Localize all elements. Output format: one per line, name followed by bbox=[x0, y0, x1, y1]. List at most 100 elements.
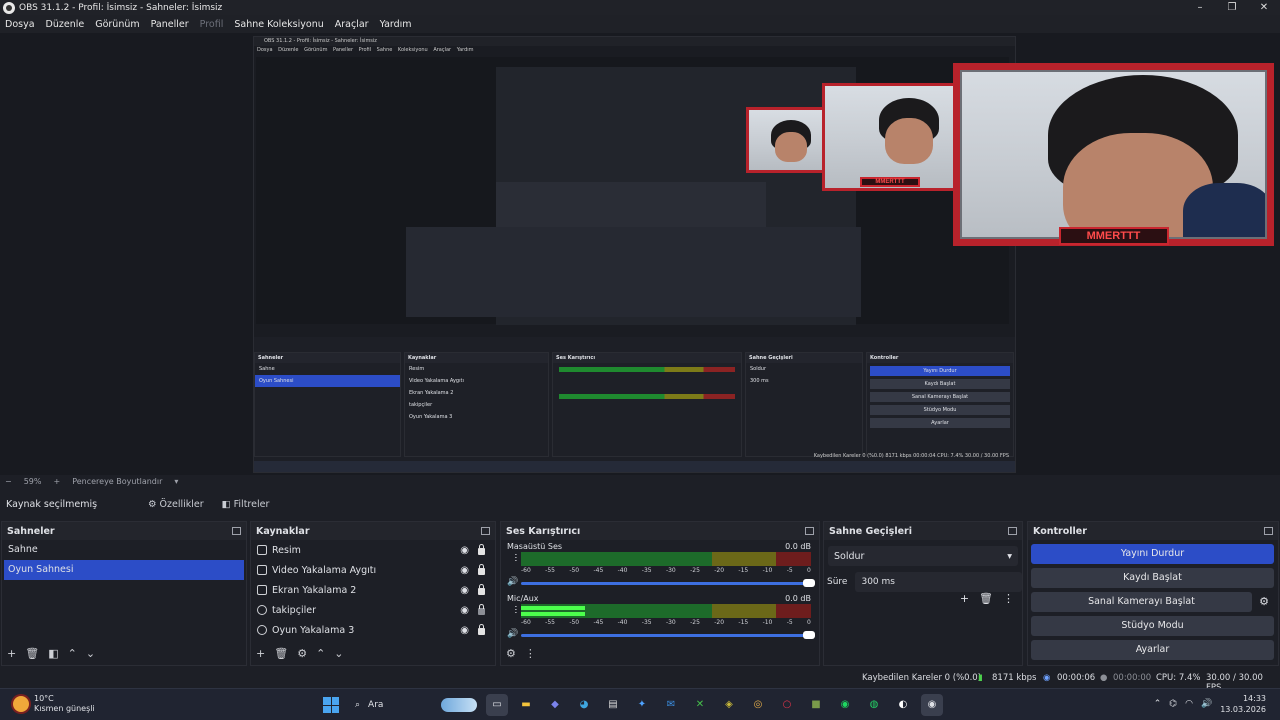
nested-status: Kaybedilen Kareler 0 (%0.0) 8171 kbps 00… bbox=[813, 453, 1009, 459]
slider-knob[interactable] bbox=[803, 631, 815, 639]
minecraft-icon[interactable]: ■ bbox=[805, 694, 827, 716]
weather-widget[interactable]: 10°C Kısmen güneşli bbox=[13, 694, 95, 714]
lock-icon[interactable] bbox=[478, 624, 485, 635]
volume-icon[interactable]: 🔊 bbox=[1201, 699, 1212, 709]
gear-icon[interactable]: ⚙ bbox=[1254, 592, 1274, 612]
meter-tick: -60 bbox=[521, 567, 531, 574]
app-icon[interactable]: ◈ bbox=[718, 694, 740, 716]
steam-icon[interactable]: ◐ bbox=[892, 694, 914, 716]
channel-menu-icon[interactable]: ⋯ bbox=[510, 605, 520, 614]
clock[interactable]: 14:33 13.03.2026 bbox=[1220, 693, 1266, 715]
menu-edit[interactable]: Düzenle bbox=[46, 19, 85, 30]
resize-to-window[interactable]: Pencereye Boyutlandır bbox=[72, 477, 162, 486]
chrome-icon[interactable]: ◎ bbox=[747, 694, 769, 716]
undock-icon[interactable] bbox=[232, 527, 241, 535]
more-icon[interactable]: ⋮ bbox=[525, 647, 536, 660]
source-item-takipciler[interactable]: takipçiler ◉ bbox=[251, 600, 495, 620]
add-icon[interactable]: + bbox=[960, 592, 969, 605]
move-down-icon[interactable]: ⌄ bbox=[334, 647, 343, 660]
whatsapp-icon[interactable]: ◍ bbox=[863, 694, 885, 716]
wifi-icon[interactable]: ◠ bbox=[1185, 699, 1193, 709]
eye-icon[interactable]: ◉ bbox=[460, 625, 469, 636]
eye-icon[interactable]: ◉ bbox=[460, 585, 469, 596]
teams-icon[interactable]: ◆ bbox=[544, 694, 566, 716]
move-up-icon[interactable]: ⌃ bbox=[316, 647, 325, 660]
maximize-button[interactable]: ❐ bbox=[1216, 0, 1248, 15]
webcam-overlay[interactable]: MMERTTT bbox=[953, 63, 1274, 246]
store-icon[interactable]: ▤ bbox=[602, 694, 624, 716]
studio-mode-button[interactable]: Stüdyo Modu bbox=[1031, 616, 1274, 636]
add-icon[interactable]: + bbox=[7, 647, 16, 660]
menu-file[interactable]: Dosya bbox=[5, 19, 35, 30]
speaker-icon[interactable]: 🔊 bbox=[507, 577, 518, 587]
minimize-button[interactable]: – bbox=[1184, 0, 1216, 15]
zoom-out-button[interactable]: − bbox=[5, 477, 12, 486]
properties-button[interactable]: ⚙ Özellikler bbox=[142, 494, 210, 514]
task-view-icon[interactable]: ▭ bbox=[486, 694, 508, 716]
undock-icon[interactable] bbox=[1008, 527, 1017, 535]
preview-canvas[interactable]: OBS 31.1.2 - Profil: İsimsiz - Sahneler:… bbox=[0, 33, 1280, 475]
zoom-in-button[interactable]: + bbox=[53, 477, 60, 486]
menu-tools[interactable]: Araçlar bbox=[335, 19, 369, 30]
more-icon[interactable]: ⋮ bbox=[1003, 592, 1014, 605]
channel-menu-icon[interactable]: ⋯ bbox=[510, 553, 520, 562]
move-up-icon[interactable]: ⌃ bbox=[68, 647, 77, 660]
network-icon[interactable]: ⌬ bbox=[1169, 699, 1177, 709]
trash-icon[interactable]: 🗑 bbox=[274, 647, 288, 660]
settings-button[interactable]: Ayarlar bbox=[1031, 640, 1274, 660]
transition-select[interactable]: Soldur ▾ bbox=[828, 546, 1018, 566]
volume-slider[interactable] bbox=[521, 631, 815, 639]
slider-knob[interactable] bbox=[803, 579, 815, 587]
obs-taskbar-icon[interactable]: ◉ bbox=[921, 694, 943, 716]
eye-icon[interactable]: ◉ bbox=[460, 565, 469, 576]
taskbar-search[interactable]: ⌕ Ara bbox=[349, 694, 479, 716]
chevron-up-icon[interactable]: ⌃ bbox=[1154, 699, 1162, 709]
menu-scene-collection[interactable]: Sahne Koleksiyonu bbox=[234, 19, 323, 30]
filter-icon[interactable]: ◧ bbox=[48, 647, 58, 660]
chevron-down-icon[interactable]: ▾ bbox=[174, 477, 178, 486]
source-item-resim[interactable]: Resim ◉ bbox=[251, 540, 495, 560]
scene-item-oyun-sahnesi[interactable]: Oyun Sahnesi bbox=[4, 560, 244, 580]
eye-icon[interactable]: ◉ bbox=[460, 605, 469, 616]
filters-button[interactable]: ◧ Filtreler bbox=[216, 494, 276, 514]
outlook-icon[interactable]: ✉ bbox=[660, 694, 682, 716]
file-explorer-icon[interactable]: ▬ bbox=[515, 694, 537, 716]
opera-icon[interactable]: ○ bbox=[776, 694, 798, 716]
edge-icon[interactable]: ◕ bbox=[573, 694, 595, 716]
source-item-game[interactable]: Oyun Yakalama 3 ◉ bbox=[251, 620, 495, 640]
menu-docks[interactable]: Paneller bbox=[151, 19, 189, 30]
source-item-screen[interactable]: Ekran Yakalama 2 ◉ bbox=[251, 580, 495, 600]
gear-icon[interactable]: ⚙ bbox=[506, 647, 516, 660]
scene-item-sahne[interactable]: Sahne bbox=[2, 540, 246, 560]
xbox-icon[interactable]: ✕ bbox=[689, 694, 711, 716]
unlock-icon[interactable] bbox=[478, 604, 485, 615]
trash-icon[interactable]: 🗑 bbox=[25, 647, 39, 660]
gear-icon[interactable]: ⚙ bbox=[297, 647, 307, 660]
trash-icon[interactable]: 🗑 bbox=[979, 592, 993, 605]
nested-mixer-header: Ses Karıştırıcı bbox=[553, 353, 741, 363]
lock-icon[interactable] bbox=[478, 564, 485, 575]
undock-icon[interactable] bbox=[805, 527, 814, 535]
nested-meter bbox=[559, 367, 735, 372]
lock-icon[interactable] bbox=[478, 544, 485, 555]
spotify-icon[interactable]: ◉ bbox=[834, 694, 856, 716]
duration-field[interactable]: 300 ms bbox=[855, 572, 1022, 592]
add-icon[interactable]: + bbox=[256, 647, 265, 660]
volume-slider[interactable] bbox=[521, 579, 815, 587]
eye-icon[interactable]: ◉ bbox=[460, 545, 469, 556]
start-recording-button[interactable]: Kaydı Başlat bbox=[1031, 568, 1274, 588]
move-down-icon[interactable]: ⌄ bbox=[86, 647, 95, 660]
menu-help[interactable]: Yardım bbox=[380, 19, 412, 30]
source-item-video[interactable]: Video Yakalama Aygıtı ◉ bbox=[251, 560, 495, 580]
stop-stream-button[interactable]: Yayını Durdur bbox=[1031, 544, 1274, 564]
close-button[interactable]: ✕ bbox=[1248, 0, 1280, 15]
speaker-icon[interactable]: 🔊 bbox=[507, 629, 518, 639]
menu-view[interactable]: Görünüm bbox=[95, 19, 139, 30]
undock-icon[interactable] bbox=[1264, 527, 1273, 535]
copilot-icon[interactable]: ✦ bbox=[631, 694, 653, 716]
start-button[interactable] bbox=[320, 694, 342, 716]
start-virtual-camera-button[interactable]: Sanal Kamerayı Başlat bbox=[1031, 592, 1252, 612]
menu-profile[interactable]: Profil bbox=[200, 19, 224, 30]
undock-icon[interactable] bbox=[481, 527, 490, 535]
lock-icon[interactable] bbox=[478, 584, 485, 595]
